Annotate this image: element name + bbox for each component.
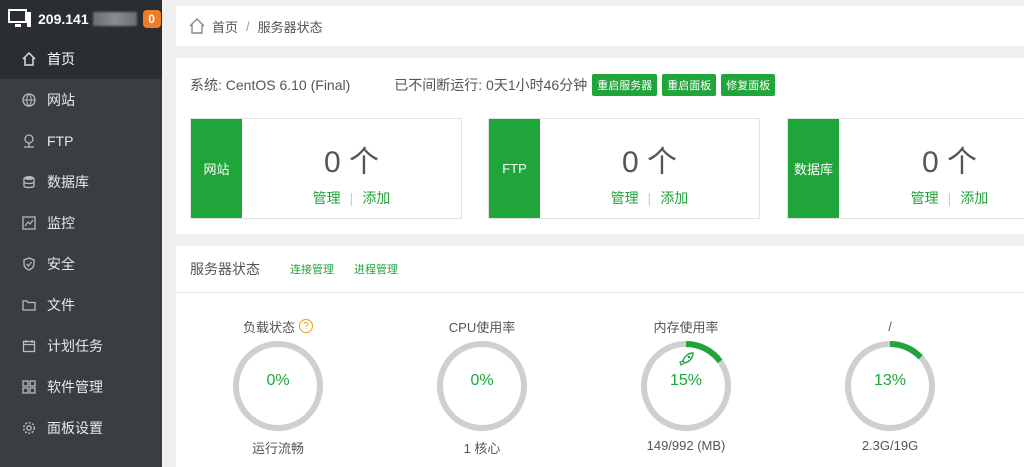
sidebar-item-8[interactable]: 软件管理 xyxy=(0,366,162,407)
ftp-icon xyxy=(22,133,36,148)
home-icon[interactable] xyxy=(188,17,206,35)
manage-link[interactable]: 管理 xyxy=(611,190,639,206)
server-status-panel: 服务器状态 连接管理 进程管理 负载状态? 0% 运行流畅 CPU使用率 0% 1 核心 内… xyxy=(176,246,1024,467)
breadcrumb-current: 服务器状态 xyxy=(257,19,323,35)
gauge-value: 0% xyxy=(470,372,494,389)
sidebar-item-1[interactable]: 网站 xyxy=(0,79,162,120)
gauge-2[interactable]: 内存使用率 15% 149/992 (MB) xyxy=(626,316,746,453)
add-link[interactable]: 添加 xyxy=(362,190,390,206)
system-panel: 系统: CentOS 6.10 (Final) 已不间断运行: 0天1小时46分… xyxy=(176,58,1024,234)
sidebar-item-0[interactable]: 首页 xyxy=(0,38,162,79)
sidebar-item-3[interactable]: 数据库 xyxy=(0,161,162,202)
sidebar-item-label: 数据库 xyxy=(47,173,89,190)
sidebar-item-2[interactable]: FTP xyxy=(0,120,162,161)
gauge-value: 13% xyxy=(873,372,907,389)
sidebar-item-label: FTP xyxy=(47,132,74,149)
os-info: 系统: CentOS 6.10 (Final) xyxy=(190,77,351,93)
gauge-title: 负载状态 xyxy=(242,319,295,335)
card-count: 0 个 xyxy=(621,146,678,179)
home-icon xyxy=(22,51,36,66)
gauge-footer: 运行流畅 xyxy=(251,441,304,456)
sidebar-item-9[interactable]: 面板设置 xyxy=(0,407,162,448)
sidebar-item-label: 文件 xyxy=(47,296,75,313)
card-tag: 网站 xyxy=(191,119,242,218)
sidebar-item-label: 软件管理 xyxy=(47,378,103,395)
connection-manage-link[interactable]: 连接管理 xyxy=(290,261,334,277)
gauge-title: CPU使用率 xyxy=(448,319,516,335)
website-card: 网站 0 个 管理 | 添加 xyxy=(190,118,462,219)
monitor-icon xyxy=(8,9,31,27)
sidebar-item-label: 安全 xyxy=(47,255,75,272)
gauge-footer: 149/992 (MB) xyxy=(646,438,726,453)
breadcrumb-separator: / xyxy=(246,18,250,34)
database-card: 数据库 0 个 管理 | 添加 xyxy=(787,118,1024,219)
sidebar-item-4[interactable]: 监控 xyxy=(0,202,162,243)
ip-redacted xyxy=(92,12,137,26)
folder-icon xyxy=(22,298,36,312)
gauge-value: 0% xyxy=(266,372,290,389)
card-tag: 数据库 xyxy=(788,119,839,218)
ftp-card: FTP 0 个 管理 | 添加 xyxy=(488,118,760,219)
shield-icon xyxy=(22,256,36,271)
gauge-footer: 1 核心 xyxy=(463,441,501,456)
monitor-icon xyxy=(22,215,36,230)
database-icon xyxy=(22,175,36,189)
gauge-value: 15% xyxy=(669,372,703,389)
gear-icon xyxy=(22,421,36,435)
sidebar-item-label: 网站 xyxy=(47,91,75,108)
server-header[interactable]: 209.141 0 xyxy=(0,0,162,38)
notification-badge[interactable]: 0 xyxy=(142,10,161,28)
manage-link[interactable]: 管理 xyxy=(313,190,341,206)
sidebar: 209.141 0 首页网站 FTP 数据库监控安全文件计划任务软件管理面板设置 xyxy=(0,0,162,467)
sidebar-item-5[interactable]: 安全 xyxy=(0,243,162,284)
uptime-info: 已不间断运行: 0天1小时46分钟 xyxy=(394,77,588,93)
add-link[interactable]: 添加 xyxy=(960,190,988,206)
gauge-1[interactable]: CPU使用率 0% 1 核心 xyxy=(422,316,542,457)
manage-link[interactable]: 管理 xyxy=(911,190,939,206)
sidebar-item-6[interactable]: 文件 xyxy=(0,284,162,325)
card-count: 0 个 xyxy=(323,146,380,179)
breadcrumb-home[interactable]: 首页 xyxy=(212,17,238,36)
add-link[interactable]: 添加 xyxy=(660,190,688,206)
sidebar-item-label: 计划任务 xyxy=(47,337,103,354)
calendar-icon xyxy=(22,339,36,353)
gauge-footer: 2.3G/19G xyxy=(861,438,919,453)
repair-panel-button[interactable]: 修复面板 xyxy=(721,74,776,96)
server-ip: 209.141 xyxy=(38,11,89,27)
grid-icon xyxy=(22,379,36,394)
card-tag: FTP xyxy=(489,119,540,218)
gauge-title: / xyxy=(888,318,892,334)
card-count: 0 个 xyxy=(921,146,978,179)
restart-panel-button[interactable]: 重启面板 xyxy=(662,74,717,96)
rocket-icon[interactable] xyxy=(678,350,696,368)
status-title: 服务器状态 xyxy=(190,261,260,277)
gauge-title: 内存使用率 xyxy=(653,319,719,335)
sidebar-item-7[interactable]: 计划任务 xyxy=(0,325,162,366)
globe-icon xyxy=(22,92,36,107)
sidebar-item-label: 首页 xyxy=(47,50,75,67)
sidebar-item-label: 监控 xyxy=(47,214,75,231)
restart-server-button[interactable]: 重启服务器 xyxy=(592,74,658,96)
gauge-0[interactable]: 负载状态? 0% 运行流畅 xyxy=(218,316,338,457)
process-manage-link[interactable]: 进程管理 xyxy=(354,261,398,277)
breadcrumb: 首页 / 服务器状态 xyxy=(176,6,1024,46)
gauge-3[interactable]: / 13% 2.3G/19G xyxy=(830,316,950,453)
help-icon[interactable]: ? xyxy=(299,319,313,333)
sidebar-item-label: 面板设置 xyxy=(47,419,103,436)
